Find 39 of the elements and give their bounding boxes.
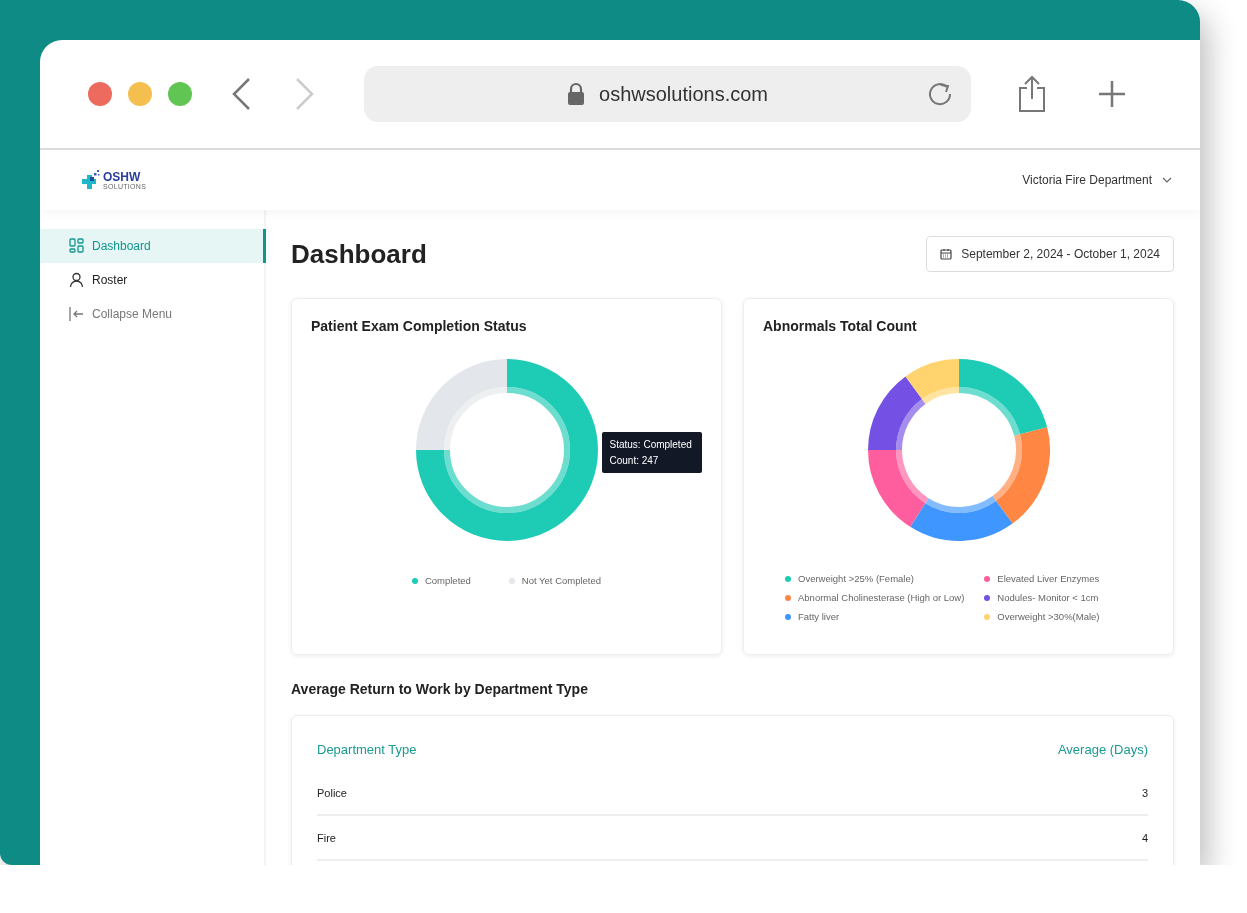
table-cell: Fire (317, 815, 754, 860)
column-header[interactable]: Department Type (317, 738, 754, 771)
close-window-button[interactable] (88, 82, 112, 106)
column-header[interactable]: Average (Days) (753, 738, 1148, 771)
section-title: Average Return to Work by Department Type (291, 681, 589, 697)
person-icon (69, 272, 84, 288)
new-tab-icon[interactable] (1097, 79, 1127, 109)
tooltip-text: Count: 247 (609, 454, 660, 468)
table-cell: 3 (753, 771, 1148, 815)
share-icon[interactable] (1017, 75, 1047, 113)
sidebar-item[interactable]: Dashboard (40, 229, 266, 263)
sidebar-item[interactable]: Roster (40, 263, 264, 297)
legend-item[interactable]: Abnormal Cholinesterase (High or Low) (785, 588, 965, 607)
grid-icon (69, 238, 84, 254)
card-title: Abnormals Total Count (763, 318, 918, 334)
tooltip-text: Status: Completed (609, 438, 692, 452)
table-cell: 4 (753, 815, 1148, 860)
page-title: Dashboard (291, 238, 427, 270)
lock-icon (567, 82, 585, 106)
card-title: Patient Exam Completion Status (311, 318, 528, 334)
calendar-icon (940, 248, 953, 260)
address-bar[interactable]: oshwsolutions.com (364, 66, 971, 122)
organization-dropdown[interactable]: Victoria Fire Department (1022, 173, 1172, 187)
reload-icon[interactable] (927, 81, 953, 107)
chevron-down-icon (1162, 177, 1172, 183)
logo-cross-icon (80, 169, 102, 191)
legend-item[interactable]: Completed (411, 575, 471, 586)
legend-item[interactable]: Not Yet Completed (508, 575, 602, 586)
collapse-icon (69, 306, 84, 322)
url-text: oshwsolutions.com (599, 82, 768, 106)
maximize-window-button[interactable] (168, 82, 192, 106)
legend-item[interactable]: Overweight >30%(Male) (984, 607, 1100, 626)
legend-item[interactable]: Nodules- Monitor < 1cm (984, 588, 1100, 607)
collapse-menu-button[interactable]: Collapse Menu (40, 297, 264, 331)
date-range-picker[interactable]: September 2, 2024 - October 1, 2024 (926, 236, 1174, 272)
legend-item[interactable]: Overweight >25% (Female) (785, 569, 965, 588)
table-cell: Police (317, 771, 754, 815)
legend-item[interactable]: Fatty liver (785, 607, 965, 626)
legend-item[interactable]: Elevated Liver Enzymes (984, 569, 1100, 588)
